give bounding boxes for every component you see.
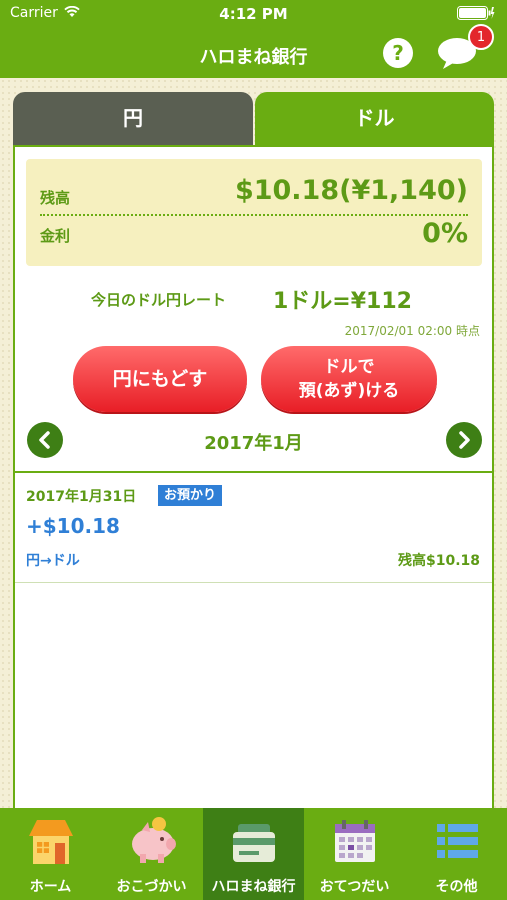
exchange-rate-label: 今日のドル円レート	[91, 291, 227, 309]
transaction-conversion: 円→ドル	[26, 553, 80, 569]
exchange-rate-timestamp: 2017/02/01 02:00 時点	[344, 324, 480, 338]
currency-tabs: 円 ドル	[13, 92, 494, 145]
status-time: 4:12 PM	[219, 5, 288, 23]
page-title: ハロまね銀行	[199, 47, 308, 68]
tab-bank[interactable]: ハロまね銀行	[203, 808, 304, 900]
next-month-button[interactable]	[446, 422, 482, 458]
transaction-type-badge: お預かり	[158, 485, 223, 506]
balance-divider	[40, 214, 468, 216]
current-month: 2017年1月	[204, 433, 303, 454]
interest-label: 金利	[40, 227, 71, 245]
tab-other[interactable]: その他	[406, 808, 507, 900]
interest-value: 0%	[422, 218, 468, 249]
piggy-bank-icon	[132, 817, 176, 863]
tab-dollar[interactable]: ドル	[255, 92, 494, 145]
tab-label: その他	[435, 879, 478, 895]
help-button[interactable]: ?	[383, 38, 413, 68]
deposit-dollar-button[interactable]: ドルで 預(あず)ける	[261, 346, 437, 412]
account-panel: 残高 $10.18(¥1,140) 金利 0% 今日のドル円レート 1ドル=¥1…	[13, 145, 494, 810]
tab-chores[interactable]: おてつだい	[304, 808, 405, 900]
bottom-tab-bar: ホーム おこづかい ハロまね銀行 おてつだい その他	[0, 808, 507, 900]
transaction-date: 2017年1月31日	[26, 489, 137, 505]
tab-label: ホーム	[29, 879, 72, 895]
app-header: Carrier 4:12 PM ハロまね銀行 ? 1	[0, 0, 507, 78]
balance-label: 残高	[40, 189, 71, 207]
transaction-amount: +$10.18	[26, 514, 120, 538]
return-to-yen-button[interactable]: 円にもどす	[73, 346, 247, 412]
transaction-balance: 残高$10.18	[397, 553, 480, 569]
house-icon	[29, 820, 73, 864]
deposit-button-line1: ドルで	[323, 357, 375, 377]
tab-home[interactable]: ホーム	[0, 808, 101, 900]
balance-value: $10.18(¥1,140)	[234, 175, 468, 206]
month-divider	[15, 471, 492, 473]
calendar-icon	[335, 820, 375, 862]
bank-card-icon	[233, 824, 275, 862]
balance-box: 残高 $10.18(¥1,140) 金利 0%	[26, 159, 482, 266]
chevron-right-icon	[459, 431, 470, 449]
list-icon	[437, 824, 478, 858]
tab-label: ハロまね銀行	[211, 879, 296, 895]
tab-label: おこづかい	[116, 879, 187, 895]
tab-yen[interactable]: 円	[13, 92, 253, 145]
status-bar: Carrier 4:12 PM	[0, 0, 507, 28]
notification-badge: 1	[468, 24, 494, 50]
tab-allowance[interactable]: おこづかい	[101, 808, 202, 900]
tab-label: おてつだい	[319, 879, 390, 895]
deposit-button-line2: 預(あず)ける	[298, 381, 400, 401]
transaction-divider	[15, 582, 492, 583]
exchange-rate-value: 1ドル=¥112	[273, 289, 412, 314]
battery-icon	[457, 6, 495, 20]
